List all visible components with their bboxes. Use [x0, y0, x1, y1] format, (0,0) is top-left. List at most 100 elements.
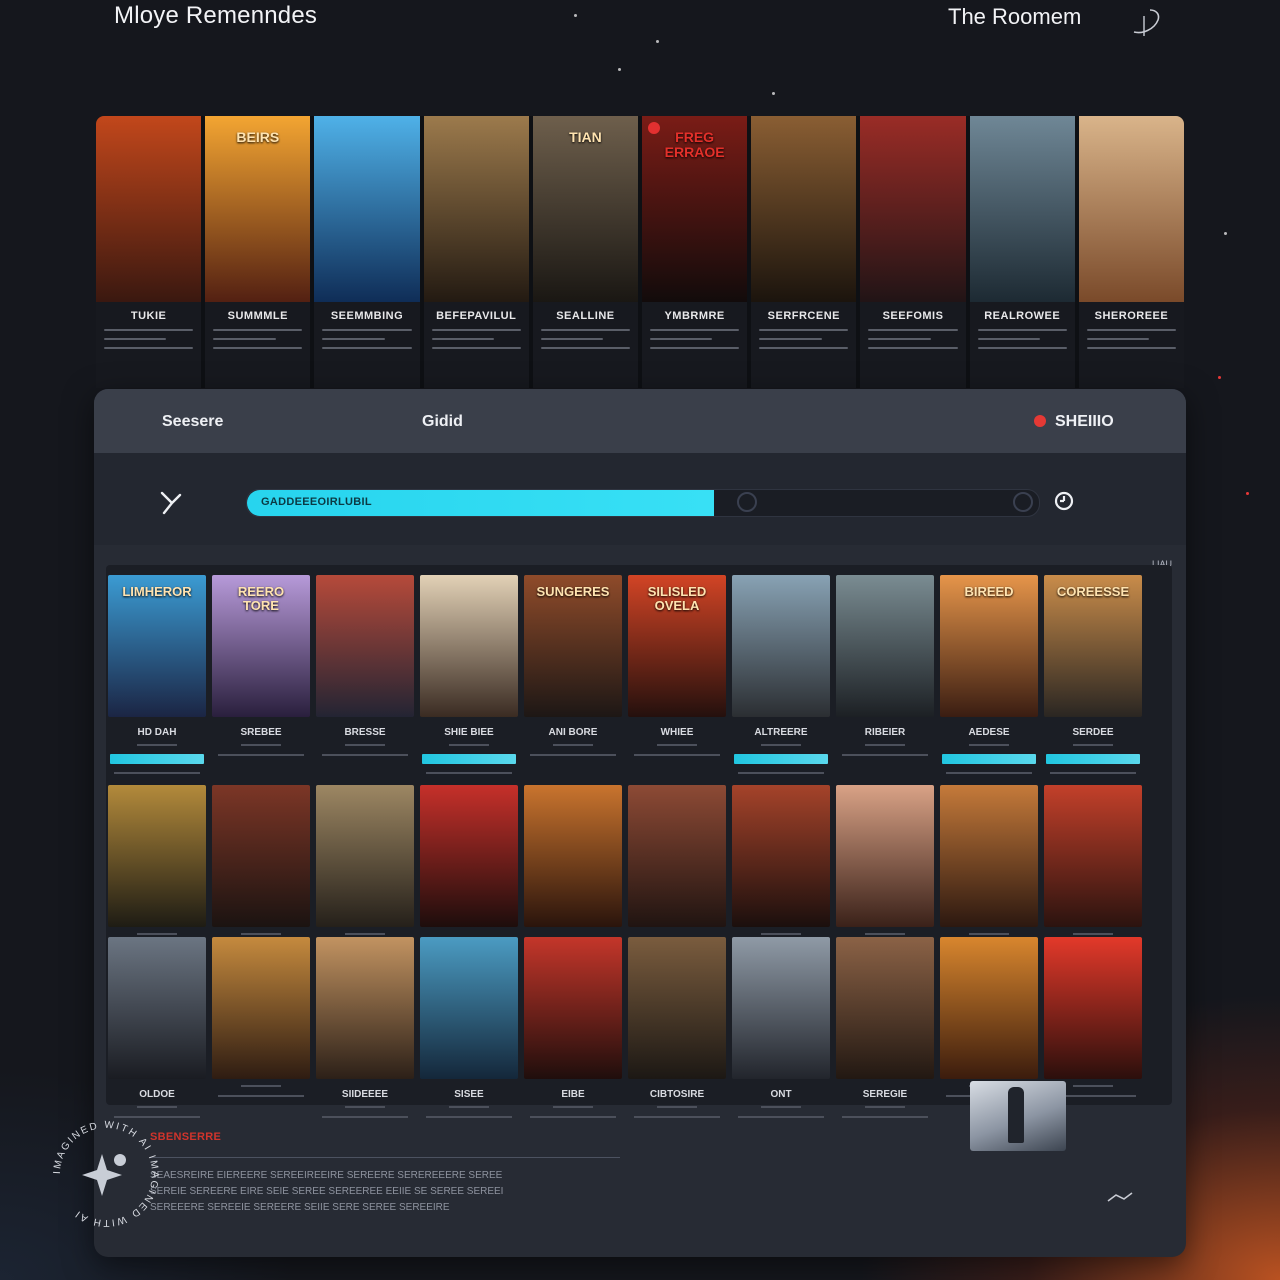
poster-meta-line [1073, 933, 1113, 935]
poster-tag [734, 754, 828, 764]
poster-meta-line [104, 329, 194, 331]
poster-meta-line [761, 744, 801, 746]
poster-meta-line [345, 933, 385, 935]
poster-title: EIBE [561, 1089, 585, 1100]
live-dot-icon [1034, 415, 1046, 427]
poster-meta-line [553, 744, 593, 746]
poster-art: SUNGERES [524, 575, 622, 717]
poster-info: SEEFOMIS [860, 302, 966, 388]
footer-details: SBENSERRE SEAESREIRE EIEREERE SEREEIREEI… [150, 1131, 650, 1218]
poster-meta-line [213, 329, 303, 331]
strip-poster[interactable]: BEIRS SUMMMLE [205, 116, 311, 388]
poster-art [751, 116, 857, 302]
poster-card[interactable]: SIIDEEEE [316, 937, 414, 1118]
poster-meta-line [218, 754, 304, 756]
poster-art [96, 116, 202, 302]
poster-card[interactable]: SISEE [420, 937, 518, 1118]
poster-card[interactable]: SUNGERES ANI BORE [524, 575, 622, 774]
footer-title: SBENSERRE [150, 1131, 222, 1143]
timer-icon[interactable] [1054, 491, 1074, 511]
poster-meta-line [657, 744, 697, 746]
figure-thumbnail[interactable] [970, 1081, 1066, 1151]
ai-badge-logo: IMAGINED WITH AI IMAGINED WITH AI [52, 1120, 158, 1228]
poster-tag [422, 754, 516, 764]
poster-meta-line [634, 754, 720, 756]
progress-knob[interactable] [737, 492, 757, 512]
poster-card[interactable]: REERO TORE SREBEE [212, 575, 310, 774]
poster-meta-line [1073, 744, 1113, 746]
poster-art [524, 785, 622, 927]
figure-silhouette [1008, 1087, 1024, 1143]
poster-title: SREBEE [240, 727, 282, 738]
strip-poster[interactable]: SHEROREEE [1078, 116, 1184, 388]
poster-art [316, 575, 414, 717]
poster-art [420, 575, 518, 717]
share-icon[interactable] [1106, 1189, 1134, 1205]
poster-card[interactable]: BIREED AEDESE [940, 575, 1038, 774]
poster-meta-line [969, 933, 1009, 935]
poster-meta-line [322, 338, 385, 340]
poster-card[interactable]: BRESSE [316, 575, 414, 774]
poster-card[interactable]: OLDOE [108, 937, 206, 1118]
poster-meta-line [650, 329, 740, 331]
poster-title: SERDEE [1072, 727, 1114, 738]
poster-row: LIMHEROR HD DAH REERO TORE SREBEE BRESSE SHIE… [108, 575, 1142, 774]
poster-card[interactable]: LIMHEROR HD DAH [108, 575, 206, 774]
poster-meta-line [241, 744, 281, 746]
poster-meta-line [1073, 1085, 1113, 1087]
poster-art [836, 575, 934, 717]
poster-meta-line [553, 1106, 593, 1108]
poster-art [423, 116, 529, 302]
strip-poster[interactable]: REALROWEE [969, 116, 1075, 388]
poster-card[interactable]: COREESSE SERDEE [1044, 575, 1142, 774]
poster-art-label: LIMHEROR [122, 584, 192, 599]
poster-meta-line [540, 338, 604, 340]
strip-poster[interactable]: TIAN SEALLINE [532, 116, 639, 388]
tab-seesere[interactable]: Seesere [162, 413, 223, 431]
poster-art [732, 937, 830, 1079]
profile-arc-icon[interactable] [1128, 6, 1164, 38]
poster-card[interactable]: EIBE [524, 937, 622, 1118]
poster-meta-line [759, 329, 849, 331]
close-icon[interactable] [156, 487, 184, 515]
poster-card[interactable]: SILISLED OVELA WHIEE [628, 575, 726, 774]
tab-gidid[interactable]: Gidid [422, 413, 463, 431]
poster-info: SEEMMBING [314, 302, 420, 388]
poster-title: ONT [770, 1089, 792, 1100]
poster-meta-line [322, 754, 408, 756]
strip-poster[interactable]: SEEFOMIS [860, 116, 966, 388]
strip-poster[interactable]: TUKIE [96, 116, 202, 388]
poster-art: REERO TORE [212, 575, 310, 717]
strip-poster[interactable]: SERFRCENE [751, 116, 857, 388]
poster-art: SILISLED OVELA [628, 575, 726, 717]
poster-art [732, 575, 830, 717]
progress-bar[interactable]: GADDEEEOIRLUBIL [246, 489, 1040, 517]
strip-poster[interactable]: BEFEPAVILUL [423, 116, 529, 388]
poster-meta-line [213, 347, 303, 349]
poster-meta-line [977, 329, 1067, 331]
poster-meta-line [1086, 329, 1177, 331]
poster-card[interactable]: CIBTOSIRE [628, 937, 726, 1118]
star [618, 68, 621, 71]
tab-live[interactable]: SHEIIIO [1034, 413, 1114, 431]
poster-tag [110, 754, 204, 764]
strip-poster[interactable]: FREG ERRAOE YMBRMRE [642, 116, 748, 388]
star [1246, 492, 1249, 495]
tab-bar: Seesere Gidid SHEIIIO [94, 389, 1186, 453]
poster-card[interactable]: SHIE BIEE [420, 575, 518, 774]
poster-card[interactable] [212, 937, 310, 1118]
strip-poster[interactable]: SEEMMBING [314, 116, 420, 388]
poster-title: REALROWEE [984, 310, 1061, 322]
poster-card[interactable]: ALTREERE [732, 575, 830, 774]
poster-art [212, 937, 310, 1079]
poster-card[interactable]: RIBEIER [836, 575, 934, 774]
poster-card[interactable]: ONT [732, 937, 830, 1118]
room-title[interactable]: The Roomem [948, 4, 1081, 30]
poster-title: SEEMMBING [330, 310, 404, 322]
poster-info: REALROWEE [969, 302, 1075, 388]
poster-title: BEFEPAVILUL [436, 310, 517, 322]
poster-meta-line [1086, 338, 1150, 340]
poster-art: BIREED [940, 575, 1038, 717]
poster-meta-line [650, 338, 713, 340]
poster-card[interactable]: SEREGIE [836, 937, 934, 1118]
